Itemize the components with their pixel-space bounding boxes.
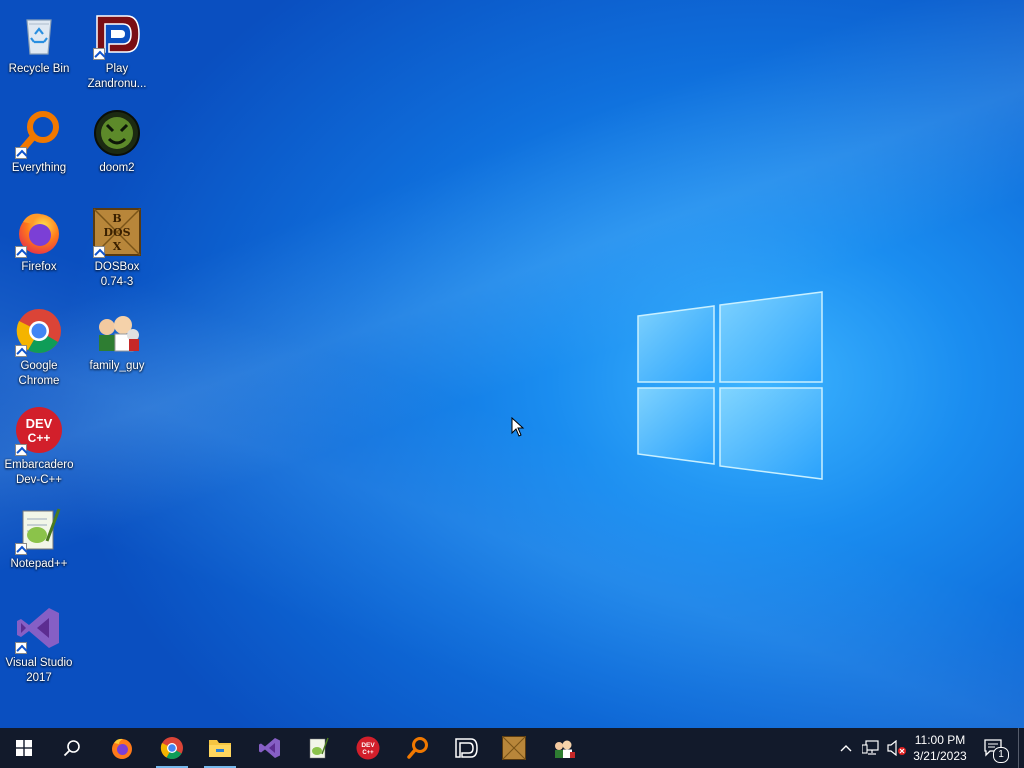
firefox-icon [15, 208, 63, 258]
desktop-icon-devcpp[interactable]: DEV C++ Embarcadero Dev-C++ [0, 402, 78, 492]
devcpp-icon: DEV C++ [356, 736, 380, 760]
dosbox-icon [502, 736, 526, 760]
svg-text:DOS: DOS [103, 226, 130, 239]
taskbar-notepadpp[interactable] [294, 728, 342, 768]
desktop-icon-everything[interactable]: Everything [0, 105, 78, 195]
desktop-icon-label: DOSBox 0.74-3 [94, 261, 140, 288]
taskbar-visual-studio[interactable] [246, 728, 294, 768]
svg-text:DEV: DEV [361, 742, 375, 749]
volume-muted-icon [887, 740, 906, 756]
shortcut-arrow-icon [93, 246, 105, 258]
shortcut-arrow-icon [15, 444, 27, 456]
family-guy-icon [93, 307, 141, 355]
desktop-icon-label: Everything [11, 162, 67, 174]
desktop-icon-label: Play Zandronu... [87, 63, 147, 90]
mouse-cursor-icon [511, 417, 525, 437]
desktop-icon-label: family_guy [89, 360, 145, 372]
svg-text:C++: C++ [362, 750, 374, 756]
taskbar-everything[interactable] [394, 728, 442, 768]
taskbar-devcpp[interactable]: DEV C++ [344, 728, 392, 768]
search-icon [63, 740, 80, 757]
desktop-icon-label: doom2 [99, 162, 135, 174]
taskbar-dosbox[interactable] [490, 728, 538, 768]
chrome-icon [160, 737, 183, 759]
chevron-up-icon [840, 745, 852, 752]
taskbar-zandronum[interactable] [442, 728, 490, 768]
shortcut-arrow-icon [93, 48, 105, 60]
svg-text:C++: C++ [28, 431, 51, 445]
desktop-icon-label: Google Chrome [18, 360, 60, 387]
desktop-icon-recycle-bin[interactable]: Recycle Bin [0, 6, 78, 96]
desktop-icon-dosbox[interactable]: B DOS X DOSBox 0.74-3 [78, 204, 156, 294]
notepadpp-icon [309, 737, 329, 759]
desktop-icon-firefox[interactable]: Firefox [0, 204, 78, 294]
start-button[interactable] [0, 728, 48, 768]
svg-text:X: X [113, 240, 122, 253]
desktop-icon-notepadpp[interactable]: Notepad++ [0, 501, 78, 591]
notification-count-badge: 1 [993, 747, 1009, 763]
svg-text:DEV: DEV [26, 416, 53, 431]
taskbar-family-guy[interactable] [540, 728, 588, 768]
visual-studio-icon [259, 738, 280, 758]
taskbar-search-button[interactable] [48, 728, 96, 768]
desktop-icon-visual-studio[interactable]: Visual Studio 2017 [0, 600, 78, 690]
network-icon [862, 740, 879, 755]
windows-logo-wallpaper [637, 291, 823, 480]
clock-date: 3/21/2023 [913, 749, 967, 763]
desktop-icon-google-chrome[interactable]: Google Chrome [0, 303, 78, 393]
everything-search-icon [407, 737, 428, 759]
show-desktop-button[interactable] [1018, 728, 1024, 768]
shortcut-arrow-icon [15, 642, 27, 654]
taskbar-firefox[interactable] [98, 728, 146, 768]
firefox-icon [112, 738, 132, 759]
zandronum-icon [455, 738, 478, 758]
taskbar: DEV C++ 11:00 PM 3/21/2023 1 [0, 728, 1024, 768]
shortcut-arrow-icon [15, 246, 27, 258]
taskbar-file-explorer[interactable] [196, 728, 244, 768]
desktop-icon-label: Visual Studio 2017 [5, 657, 73, 684]
desktop-icon-label: Embarcadero Dev-C++ [4, 459, 74, 486]
clock-time: 11:00 PM [914, 733, 966, 747]
volume-tray-button[interactable] [884, 728, 910, 768]
show-hidden-icons-button[interactable] [834, 728, 858, 768]
everything-search-icon [15, 109, 63, 159]
desktop-icon-label: Firefox [21, 261, 57, 273]
devcpp-icon: DEV C++ [15, 406, 63, 456]
action-center-button[interactable]: 1 [978, 728, 1012, 768]
notepadpp-icon [15, 505, 63, 555]
shortcut-arrow-icon [15, 147, 27, 159]
recycle-bin-icon [15, 10, 63, 58]
doom2-icon [93, 109, 141, 157]
chrome-icon [15, 307, 63, 357]
desktop-icon-label: Recycle Bin [8, 63, 70, 75]
zandronum-icon [93, 10, 141, 60]
desktop-icon-zandronum[interactable]: Play Zandronu... [78, 6, 156, 96]
taskbar-chrome[interactable] [148, 728, 196, 768]
family-guy-icon [555, 740, 575, 758]
desktop-icon-doom2[interactable]: doom2 [78, 105, 156, 195]
start-icon [16, 740, 32, 756]
clock-button[interactable]: 11:00 PM 3/21/2023 [908, 728, 972, 768]
visual-studio-icon [15, 604, 63, 654]
desktop-icon-family-guy[interactable]: family_guy [78, 303, 156, 393]
network-tray-button[interactable] [858, 728, 884, 768]
shortcut-arrow-icon [15, 543, 27, 555]
desktop-icon-label: Notepad++ [10, 558, 68, 570]
svg-text:B: B [112, 212, 121, 225]
file-explorer-icon [209, 740, 231, 757]
dosbox-icon: B DOS X [93, 208, 141, 258]
shortcut-arrow-icon [15, 345, 27, 357]
